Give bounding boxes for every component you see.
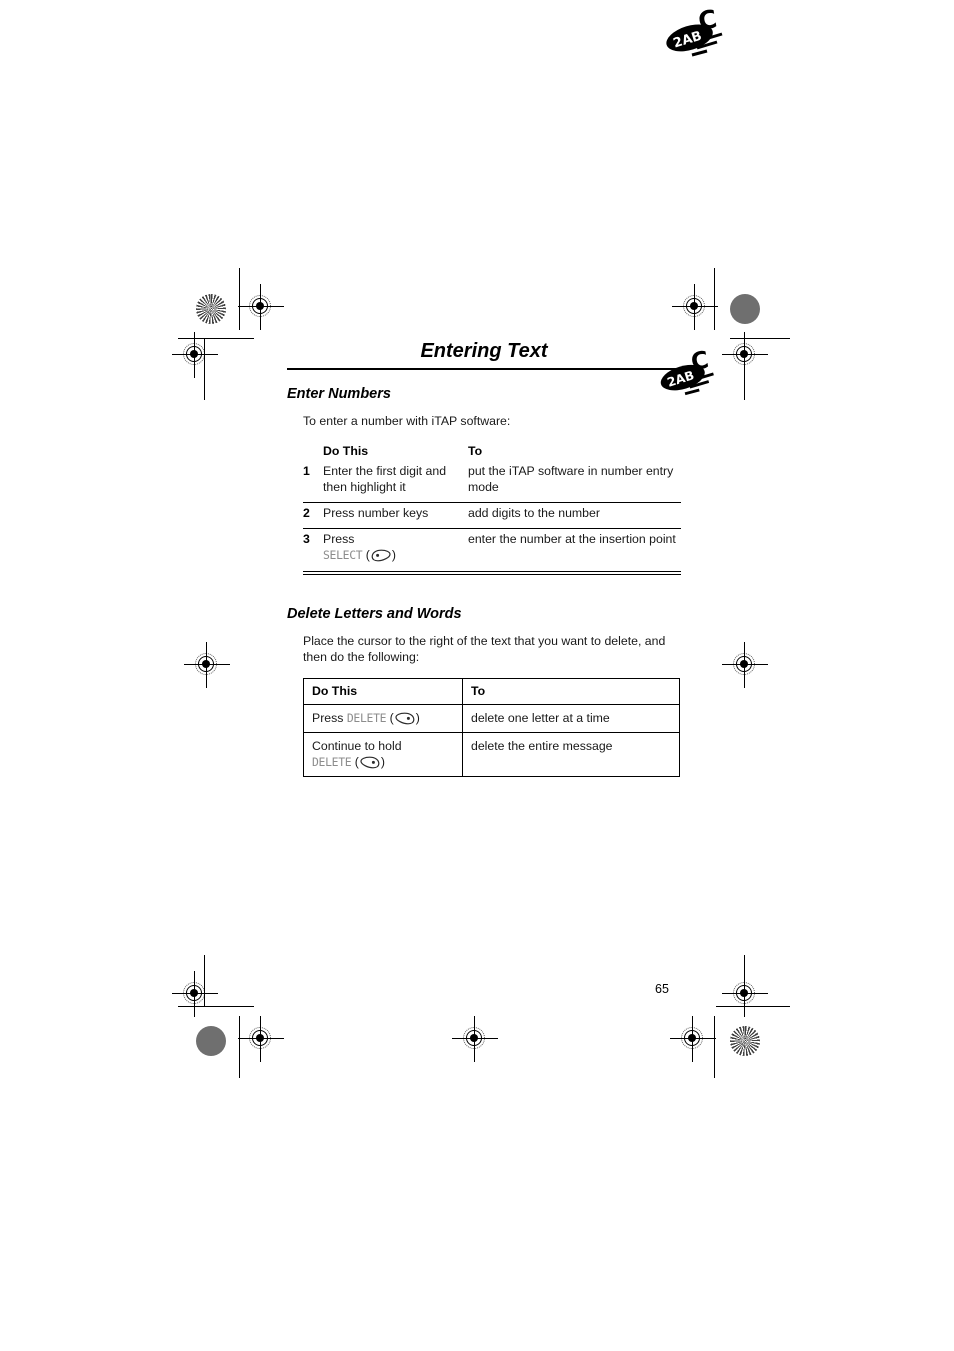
result-cell: delete one letter at a time: [462, 703, 680, 733]
registration-crosshair: [722, 642, 768, 688]
crop-mark-line: [744, 955, 745, 1007]
registration-crosshair: [184, 642, 230, 688]
document-page: 2AB C Entering Text Enter Numbers To ent…: [0, 0, 954, 1351]
svg-text:C: C: [689, 347, 711, 376]
registration-solid-target: [196, 1026, 226, 1056]
table-bottom-double-rule: [303, 573, 681, 578]
column-header-do-this: Do This: [323, 443, 369, 458]
key-label-delete: DELETE: [312, 755, 352, 770]
table-header-row: Do This To: [303, 444, 681, 461]
registration-crosshair: [238, 1016, 284, 1062]
delete-key-icon: [395, 712, 415, 724]
column-header-do-this: Do This: [303, 678, 463, 705]
crop-mark-line: [239, 268, 240, 330]
action-cell: Press DELETE ( ): [303, 703, 463, 733]
key-label-select: SELECT: [323, 547, 363, 562]
step-number: 3: [303, 527, 323, 572]
registration-crosshair: [672, 284, 718, 330]
steps-table-enter-numbers: Do This To 1 Enter the first digit and t…: [303, 444, 681, 572]
table-row: 2 Press number keys add digits to the nu…: [303, 501, 681, 529]
action-text: Continue to hold: [312, 738, 402, 753]
registration-crosshair: [722, 971, 768, 1017]
svg-text:C: C: [696, 6, 719, 36]
table-row: 3 Press SELECT ( ) enter the number at t…: [303, 527, 681, 572]
step-result: enter the number at the insertion point: [468, 527, 681, 572]
itap-logo-header: 2AB C: [660, 347, 714, 396]
step-result: add digits to the number: [468, 501, 681, 529]
registration-star-target: [730, 1026, 760, 1056]
crop-mark-line: [714, 268, 715, 330]
table-header-row: Do This To: [303, 678, 680, 705]
registration-crosshair: [722, 332, 768, 378]
table-row: Press DELETE ( ) delete one letter at a …: [303, 703, 680, 733]
section-heading-delete-letters: Delete Letters and Words: [287, 605, 462, 622]
section-intro-delete-letters: Place the cursor to the right of the tex…: [303, 633, 666, 665]
section-heading-enter-numbers: Enter Numbers: [287, 386, 391, 402]
page-content: Entering Text Enter Numbers To enter a n…: [287, 340, 687, 778]
section-intro-enter-numbers: To enter a number with iTAP software:: [303, 414, 511, 429]
itap-logo: 2AB C: [666, 6, 723, 57]
step-number-header: [303, 444, 323, 461]
crop-mark-line: [744, 338, 745, 400]
registration-crosshair: [238, 284, 284, 330]
column-header-to: To: [462, 678, 680, 705]
crop-mark-line: [714, 1016, 715, 1078]
header-rule: [287, 368, 687, 370]
key-label-delete: DELETE: [346, 710, 387, 725]
step-action: Press SELECT ( ): [323, 527, 468, 572]
crop-mark-line: [204, 955, 205, 1007]
registration-crosshair: [172, 971, 218, 1017]
page-number: 65: [655, 982, 669, 996]
action-cell: Continue to hold DELETE ( ): [303, 731, 463, 778]
step-number: 1: [303, 463, 310, 478]
registration-solid-target: [730, 294, 760, 324]
result-cell: delete the entire message: [462, 731, 680, 778]
registration-star-target: [196, 294, 226, 324]
action-text: Press: [312, 710, 344, 725]
delete-key-icon: [360, 756, 380, 769]
column-header-to: To: [468, 443, 483, 458]
step-action: Press number keys: [323, 501, 468, 529]
step-result: put the iTAP software in number entry mo…: [468, 463, 674, 494]
chapter-title: Entering Text: [420, 340, 548, 362]
step-action-text: Press: [323, 531, 355, 546]
crop-mark-line: [239, 1016, 240, 1078]
registration-crosshair: [172, 332, 218, 378]
grid-table-delete-letters: Do This To Press DELETE ( ) delete one l…: [303, 678, 680, 778]
registration-crosshair: [670, 1016, 716, 1062]
crop-mark-line: [204, 338, 205, 400]
select-key-icon: [371, 549, 391, 561]
table-row: 1 Enter the first digit and then highlig…: [303, 461, 681, 502]
registration-crosshair: [452, 1016, 498, 1062]
table-row: Continue to hold DELETE ( ) delete the e…: [303, 731, 680, 778]
step-action: Enter the first digit and then highlight…: [323, 463, 447, 494]
step-number: 2: [303, 501, 323, 529]
